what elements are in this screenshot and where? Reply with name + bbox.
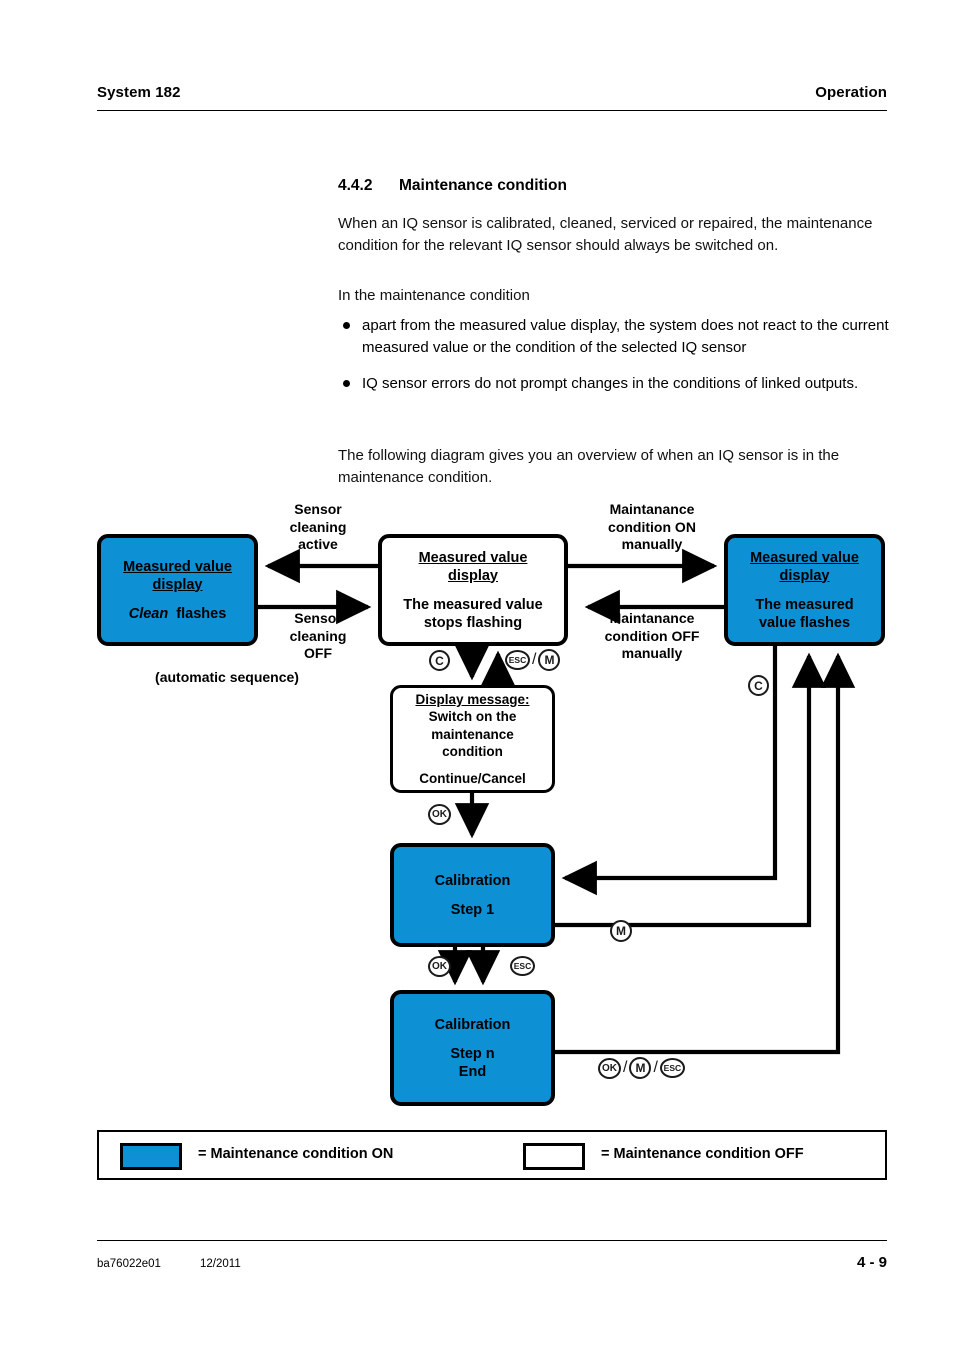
bullet-dot-icon <box>343 380 350 387</box>
edge-label-sensor-cleaning-off: Sensor cleaning OFF <box>268 610 368 663</box>
node-body-line-2: maintenance <box>431 726 514 742</box>
key-separator: / <box>653 1059 658 1076</box>
edge-label-line-1: Sensor <box>294 610 342 626</box>
node-body-line-4: Continue/Cancel <box>419 770 526 786</box>
intro-paragraph: When an IQ sensor is calibrated, cleaned… <box>338 215 873 254</box>
footer-date: 12/2011 <box>200 1258 241 1270</box>
edge-label-automatic-sequence: (automatic sequence) <box>155 669 299 685</box>
node-title-line-1: Measured value <box>418 549 528 566</box>
footer-document-id: ba76022e01 <box>97 1258 161 1270</box>
edge-label-line-1: Sensor <box>294 501 342 517</box>
header-right-title: Operation <box>815 84 887 101</box>
node-title-line-1: Measured value <box>750 549 859 566</box>
node-title-line-1: Measured value <box>123 558 232 575</box>
ok-m-esc-key-group: OK / M / ESC <box>598 1057 685 1079</box>
edge-label-line-3: manually <box>621 645 683 661</box>
ok-key-icon: OK <box>598 1057 621 1079</box>
node-body-line-1: The measured value <box>403 596 543 613</box>
key-separator: / <box>532 651 537 668</box>
esc-m-key-group: ESC / M <box>505 649 561 671</box>
list-item: IQ sensor errors do not prompt changes i… <box>338 373 890 395</box>
node-title-line-2: display <box>152 576 203 593</box>
node-title-line-2: display <box>448 567 498 584</box>
node-body-line-2: Step 1 <box>450 901 495 918</box>
node-title: Display message: <box>415 691 530 707</box>
edge-label-maintenance-condition-off: Maintanance condition OFF manually <box>578 610 726 663</box>
node-body-italic: Clean <box>128 605 169 622</box>
edge-label-line-2: cleaning <box>289 627 347 644</box>
legend-label-maintenance-on: = Maintenance condition ON <box>198 1146 394 1162</box>
legend-swatch-maintenance-off <box>523 1143 585 1170</box>
edge-label-line-1: Maintanance <box>609 610 695 626</box>
diagram-intro-paragraph: The following diagram gives you an overv… <box>338 447 840 486</box>
maintenance-condition-flowchart: Measured value display Clean flashes Mea… <box>0 495 954 1120</box>
node-body-line-3: condition <box>442 744 503 760</box>
condition-lead-in: In the maintenance condition <box>338 287 530 304</box>
c-key-icon: C <box>748 675 769 696</box>
page: System 182 Operation 4.4.2 Maintenance c… <box>0 0 954 1350</box>
list-item-text: IQ sensor errors do not prompt changes i… <box>362 375 859 392</box>
m-key-icon: M <box>629 1057 652 1079</box>
node-calibration-step-1[interactable]: Calibration Step 1 <box>390 843 555 947</box>
page-header: System 182 Operation <box>97 84 887 108</box>
edge-label-line-2: condition ON <box>608 518 696 535</box>
ok-key-icon: OK <box>428 804 451 825</box>
node-body-line-1: Calibration <box>434 872 511 889</box>
footer-page-number: 4 - 9 <box>856 1254 887 1271</box>
bullet-dot-icon <box>343 322 350 329</box>
legend-swatch-maintenance-on <box>120 1143 182 1170</box>
m-key-icon: M <box>610 920 632 942</box>
node-body-rest: flashes <box>176 605 227 622</box>
header-left-title: System 182 <box>97 84 181 101</box>
node-body-line-2: Step n <box>450 1045 495 1062</box>
edge-label-line-2: cleaning <box>289 518 347 535</box>
edge-label-line-3: active <box>298 536 338 552</box>
node-body-line-2: value flashes <box>758 614 851 631</box>
list-item-text: apart from the measured value display, t… <box>362 317 889 356</box>
node-title-line-2: display <box>779 567 830 584</box>
node-measured-value-stops-flashing[interactable]: Measured value display The measured valu… <box>378 534 568 646</box>
c-key-icon: C <box>429 650 450 671</box>
node-body-line-3: End <box>458 1063 487 1080</box>
node-calibration-step-n-end[interactable]: Calibration Step n End <box>390 990 555 1106</box>
esc-key-icon: ESC <box>505 650 530 670</box>
node-measured-value-clean-flashes[interactable]: Measured value display Clean flashes <box>97 534 258 646</box>
edge-label-line-2: condition OFF <box>604 627 700 644</box>
list-item: apart from the measured value display, t… <box>338 315 890 358</box>
condition-bullet-list: apart from the measured value display, t… <box>338 315 890 410</box>
edge-label-maintenance-condition-on: Maintanance condition ON manually <box>578 501 726 554</box>
legend-label-maintenance-off: = Maintenance condition OFF <box>601 1146 804 1162</box>
edge-label-line-3: OFF <box>304 645 332 661</box>
ok-key-icon: OK <box>428 956 451 977</box>
header-divider <box>97 110 887 111</box>
node-display-message[interactable]: Display message: Switch on the maintenan… <box>390 685 555 793</box>
edge-label-line-3: manually <box>621 536 683 552</box>
node-body-line-1: Switch on the <box>428 709 517 725</box>
page-title: Maintenance condition <box>399 177 567 194</box>
edge-label-sensor-cleaning-active: Sensor cleaning active <box>268 501 368 554</box>
node-measured-value-flashes[interactable]: Measured value display The measured valu… <box>724 534 885 646</box>
section-number: 4.4.2 <box>338 177 373 194</box>
m-key-icon: M <box>538 649 561 671</box>
key-separator: / <box>623 1059 628 1076</box>
node-body: Clean flashes <box>129 605 227 623</box>
node-body-line-1: The measured <box>755 596 854 613</box>
legend: = Maintenance condition ON = Maintenance… <box>97 1130 887 1180</box>
node-body-line-2: stops flashing <box>423 614 523 631</box>
esc-key-icon: ESC <box>659 1058 685 1078</box>
edge-label-line-1: Maintanance <box>609 501 695 517</box>
footer-divider <box>97 1240 887 1241</box>
esc-key-icon: ESC <box>510 956 535 976</box>
node-body-line-1: Calibration <box>434 1016 511 1033</box>
